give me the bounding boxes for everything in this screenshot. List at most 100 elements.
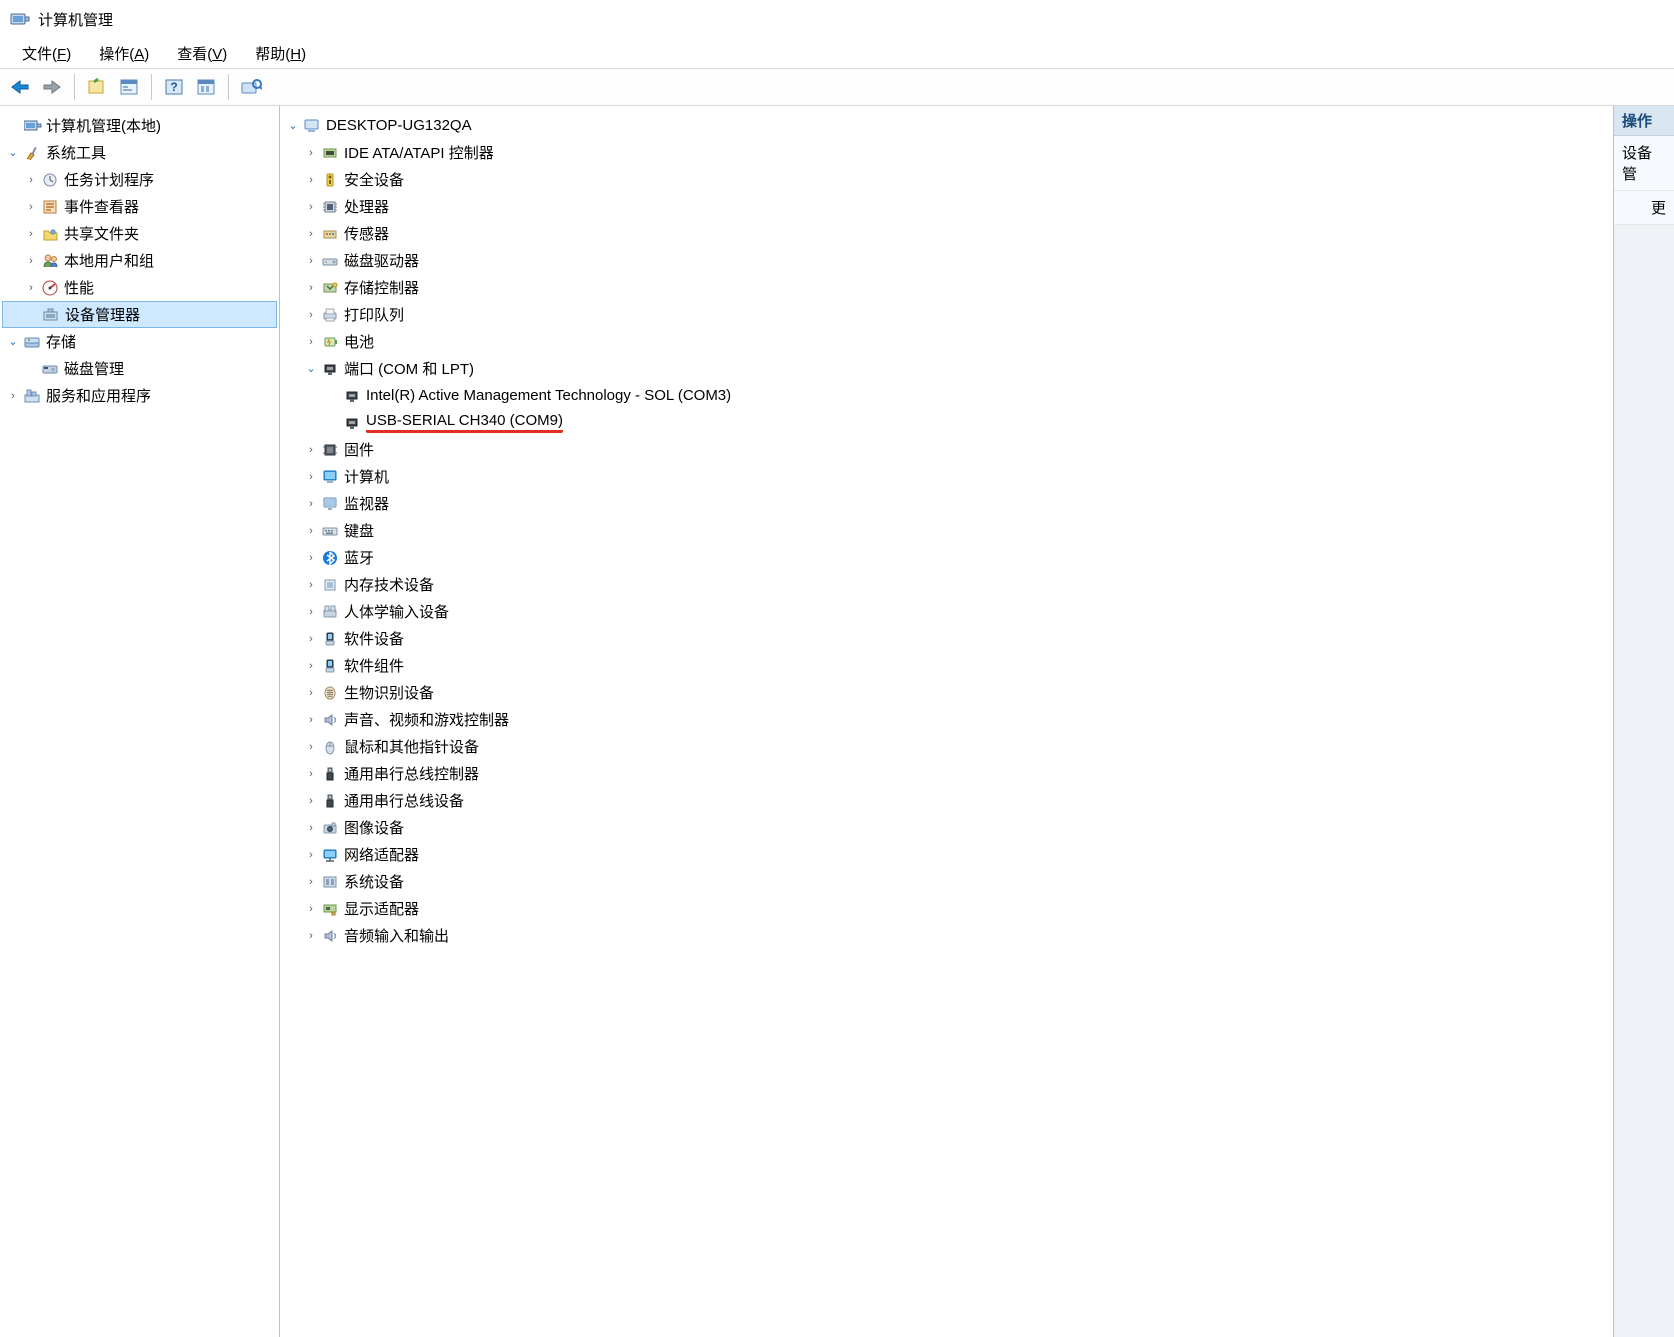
expand-icon[interactable]: › [302,576,320,594]
expand-icon[interactable]: › [302,603,320,621]
refresh-button[interactable] [192,73,220,101]
device-category[interactable]: ›生物识别设备 [282,679,1611,706]
device-category[interactable]: ›内存技术设备 [282,571,1611,598]
expand-icon[interactable]: › [22,171,40,189]
help-button[interactable]: ? [160,73,188,101]
expand-icon[interactable]: › [302,306,320,324]
expand-icon[interactable]: › [302,873,320,891]
tree-item-磁盘管理[interactable]: 磁盘管理 [2,355,277,382]
device-item[interactable]: USB-SERIAL CH340 (COM9) [282,409,1611,436]
device-category[interactable]: ›声音、视频和游戏控制器 [282,706,1611,733]
expand-icon[interactable]: ⌄ [4,333,22,351]
device-category[interactable]: ›磁盘驱动器 [282,247,1611,274]
expand-icon[interactable]: › [302,144,320,162]
menu-help[interactable]: 帮助(H) [241,41,320,66]
device-category[interactable]: ›监视器 [282,490,1611,517]
expand-icon[interactable]: › [22,225,40,243]
expand-icon[interactable]: ⌄ [302,360,320,378]
expand-icon[interactable]: › [302,333,320,351]
expand-icon[interactable]: › [22,279,40,297]
tree-root-computer-management[interactable]: 计算机管理(本地) [2,112,277,139]
device-category[interactable]: › 软件组件 [282,652,1611,679]
expand-icon[interactable]: › [302,900,320,918]
expand-icon[interactable]: › [302,549,320,567]
tree-storage[interactable]: ⌄ 存储 [2,328,277,355]
tree-label: 软件组件 [342,655,404,676]
port-icon [342,413,364,433]
device-category[interactable]: ›存储控制器 [282,274,1611,301]
tree-item-任务计划程序[interactable]: ›任务计划程序 [2,166,277,193]
expand-icon[interactable]: › [22,252,40,270]
window-title: 计算机管理 [38,9,113,30]
expand-icon[interactable]: › [302,198,320,216]
device-category[interactable]: ›系统设备 [282,868,1611,895]
expand-icon[interactable]: › [302,711,320,729]
back-button[interactable] [6,73,34,101]
tree-item-性能[interactable]: ›性能 [2,274,277,301]
device-category[interactable]: ›计算机 [282,463,1611,490]
expand-icon[interactable]: › [302,468,320,486]
device-category[interactable]: ›鼠标和其他指针设备 [282,733,1611,760]
menu-file[interactable]: 文件(F) [8,41,85,66]
expand-icon[interactable]: › [302,846,320,864]
device-category[interactable]: ›电池 [282,328,1611,355]
device-item[interactable]: Intel(R) Active Management Technology - … [282,382,1611,409]
device-category[interactable]: ›通用串行总线控制器 [282,760,1611,787]
device-category[interactable]: ›安全设备 [282,166,1611,193]
expand-icon[interactable]: › [302,927,320,945]
device-tree-pane[interactable]: ⌄ DESKTOP-UG132QA ›IDE ATA/ATAPI 控制器›安全设… [280,106,1614,1337]
expand-icon[interactable]: › [302,738,320,756]
expand-icon[interactable]: › [302,225,320,243]
expand-icon[interactable]: › [4,387,22,405]
left-tree-pane[interactable]: 计算机管理(本地) ⌄ 系统工具 ›任务计划程序›事件查看器›共享文件夹›本地用… [0,106,280,1337]
device-category[interactable]: ›网络适配器 [282,841,1611,868]
device-category[interactable]: ›传感器 [282,220,1611,247]
menu-view[interactable]: 查看(V) [163,41,241,66]
expand-icon[interactable]: › [302,279,320,297]
tree-item-事件查看器[interactable]: ›事件查看器 [2,193,277,220]
device-category[interactable]: ›图像设备 [282,814,1611,841]
expand-icon[interactable]: › [302,495,320,513]
expand-icon[interactable]: › [302,252,320,270]
expand-icon[interactable]: ⌄ [4,144,22,162]
properties-button[interactable] [115,73,143,101]
expand-icon[interactable]: › [302,657,320,675]
device-category[interactable]: ›人体学输入设备 [282,598,1611,625]
tree-item-共享文件夹[interactable]: ›共享文件夹 [2,220,277,247]
tree-services[interactable]: › 服务和应用程序 [2,382,277,409]
device-category-ports[interactable]: ⌄ 端口 (COM 和 LPT) [282,355,1611,382]
device-category[interactable]: ›显示适配器 [282,895,1611,922]
device-category[interactable]: ›通用串行总线设备 [282,787,1611,814]
tree-system-tools[interactable]: ⌄ 系统工具 [2,139,277,166]
expand-icon[interactable]: › [302,630,320,648]
tree-label: 软件设备 [342,628,404,649]
device-root[interactable]: ⌄ DESKTOP-UG132QA [282,112,1611,139]
device-category[interactable]: › 软件设备 [282,625,1611,652]
tree-item-设备管理器[interactable]: 设备管理器 [2,301,277,328]
device-category[interactable]: ›打印队列 [282,301,1611,328]
expand-icon[interactable]: › [302,819,320,837]
tree-item-本地用户和组[interactable]: ›本地用户和组 [2,247,277,274]
menu-action[interactable]: 操作(A) [85,41,163,66]
category-icon [320,845,342,865]
device-category[interactable]: ›键盘 [282,517,1611,544]
actions-item[interactable]: 更 [1614,191,1674,225]
expand-icon[interactable]: › [302,171,320,189]
expand-icon[interactable]: › [302,792,320,810]
device-category[interactable]: ›蓝牙 [282,544,1611,571]
forward-button[interactable] [38,73,66,101]
expand-icon[interactable]: › [302,765,320,783]
device-category[interactable]: ›固件 [282,436,1611,463]
actions-item[interactable]: 设备管 [1614,136,1674,191]
expand-icon[interactable]: › [302,441,320,459]
show-hide-button[interactable] [83,73,111,101]
blank-twisty [324,387,342,405]
expand-icon[interactable]: › [302,684,320,702]
expand-icon[interactable]: ⌄ [284,117,302,135]
device-category[interactable]: ›处理器 [282,193,1611,220]
scan-button[interactable] [237,73,265,101]
device-category[interactable]: ›IDE ATA/ATAPI 控制器 [282,139,1611,166]
device-category[interactable]: ›音频输入和输出 [282,922,1611,949]
expand-icon[interactable]: › [302,522,320,540]
expand-icon[interactable]: › [22,198,40,216]
